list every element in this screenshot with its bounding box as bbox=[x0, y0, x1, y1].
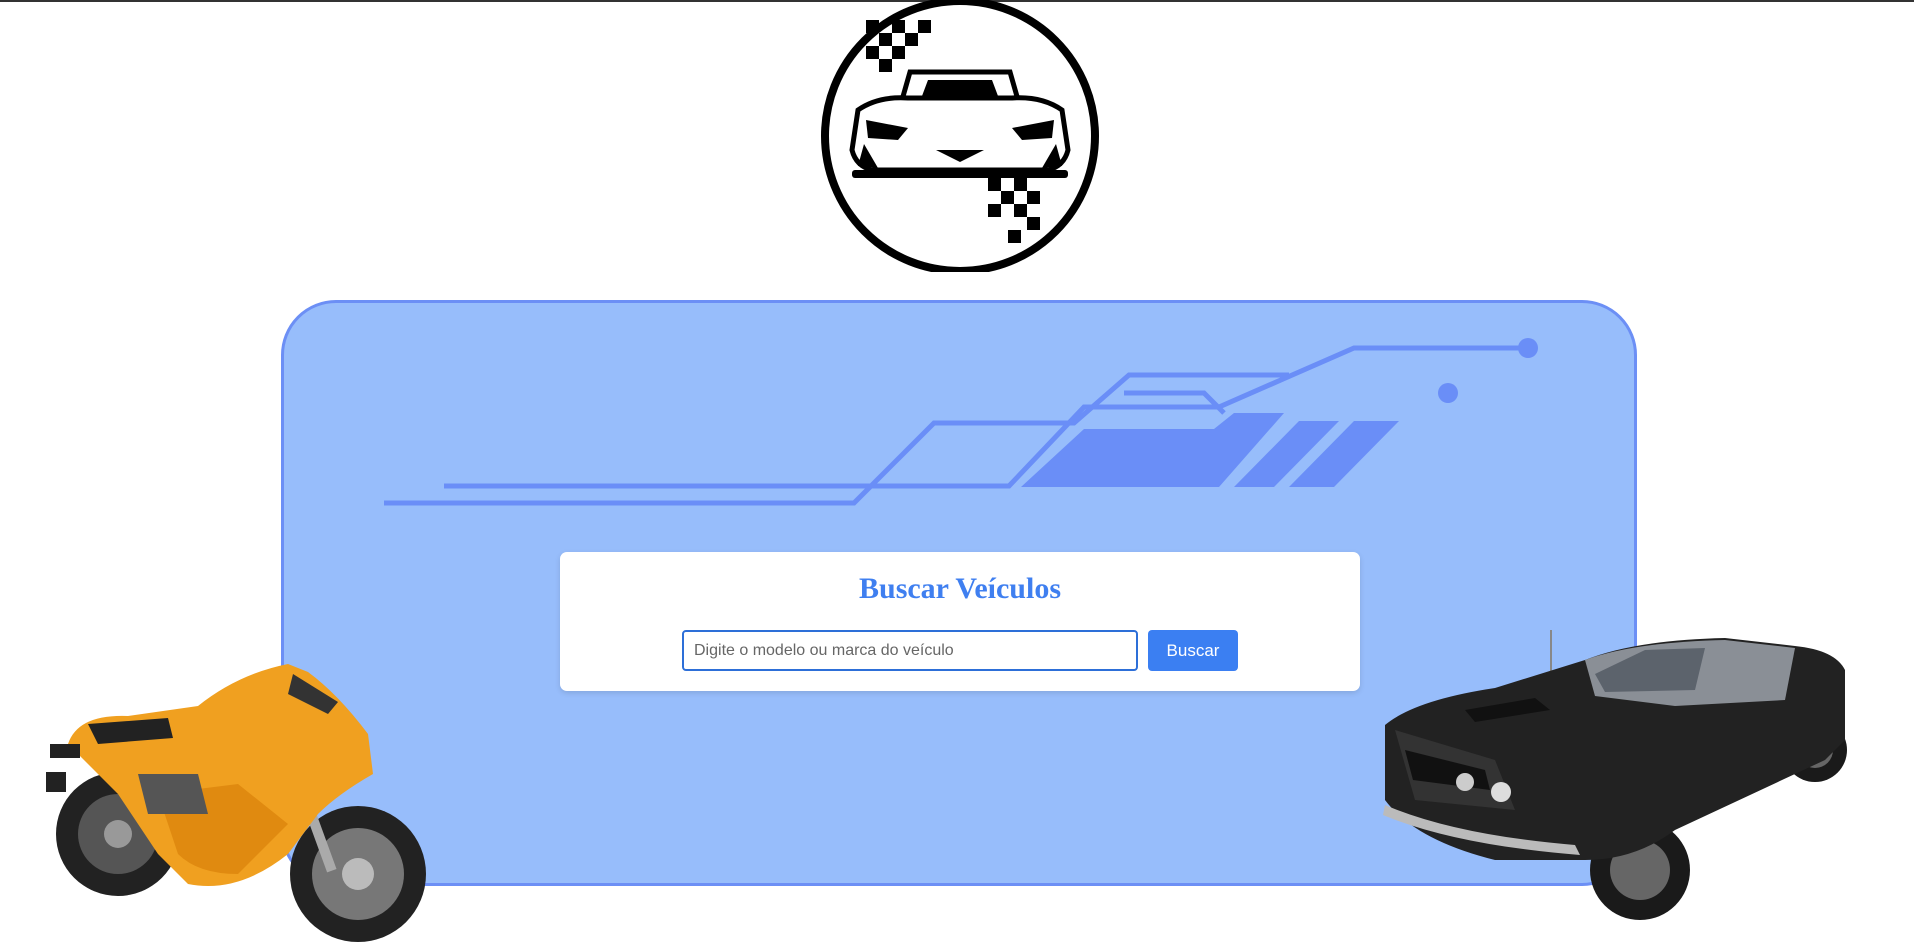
search-button[interactable]: Buscar bbox=[1148, 630, 1238, 671]
racing-car-logo-icon bbox=[821, 0, 1099, 272]
search-card: Buscar Veículos Buscar bbox=[560, 552, 1360, 691]
search-title: Buscar Veículos bbox=[859, 572, 1061, 605]
search-input[interactable] bbox=[682, 630, 1138, 671]
muscle-car-image bbox=[1383, 630, 1847, 920]
motorcycle-image bbox=[46, 664, 426, 942]
